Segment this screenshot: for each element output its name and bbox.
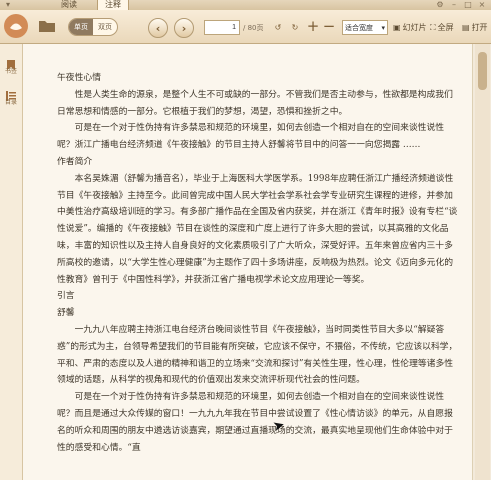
section-title: 引言 xyxy=(57,291,75,302)
main-toolbar: 单页 双页 ‹ › / 80页 ↺ ↻ + − 适合宽度 ▾ ▣幻灯片 ⛶全屏 … xyxy=(0,10,491,44)
vertical-scrollbar[interactable] xyxy=(475,44,490,480)
page-number-input[interactable] xyxy=(204,20,240,35)
sidebar-item-contents[interactable]: 目录 xyxy=(2,87,20,106)
minimize-icon[interactable]: – xyxy=(447,0,461,10)
sidebar-item-label: 目录 xyxy=(4,99,17,106)
next-page-button[interactable]: › xyxy=(174,18,194,38)
zoom-select[interactable]: 适合宽度 ▾ xyxy=(342,20,388,35)
page-content: 午夜性心情 性是人类生命的源泉，是整个人生不可或缺的一部分。不管我们是否主动参与… xyxy=(57,70,459,456)
single-page-button[interactable]: 单页 xyxy=(69,19,93,35)
chevron-down-icon: ▾ xyxy=(381,23,385,32)
app-menu-icon[interactable]: ▾ xyxy=(1,0,15,10)
slideshow-icon: ▣ xyxy=(393,23,401,32)
rotate-right-icon[interactable]: ↻ xyxy=(287,19,303,35)
double-page-button[interactable]: 双页 xyxy=(93,19,117,35)
zoom-out-icon[interactable]: − xyxy=(322,17,336,35)
maximize-icon[interactable]: □ xyxy=(461,0,475,10)
section-title: 作者简介 xyxy=(57,156,93,167)
fullscreen-button[interactable]: ⛶ 全屏 xyxy=(430,20,454,35)
paragraph: 可是在一个对于性伪持有许多禁忌和规范的环境里，如何去创造一个相对自在的空间来谈性… xyxy=(57,392,453,453)
page-total-label: / 80页 xyxy=(243,24,264,32)
previous-page-button[interactable]: ‹ xyxy=(148,18,168,38)
fullscreen-label: 全屏 xyxy=(437,23,454,32)
author-name: 舒馨 xyxy=(57,308,75,319)
zoom-selected-value: 适合宽度 xyxy=(345,23,373,32)
logo-icon xyxy=(4,14,28,38)
fullscreen-icon: ⛶ xyxy=(430,22,436,32)
tab-annotate[interactable]: 注释 xyxy=(97,0,129,10)
left-sidebar: 书签 目录 xyxy=(0,44,23,480)
document-page[interactable]: 午夜性心情 性是人类生命的源泉，是整个人生不可或缺的一部分。不管我们是否主动参与… xyxy=(23,44,473,480)
open-book-label: 打开 xyxy=(471,23,488,32)
close-icon[interactable]: × xyxy=(475,0,489,10)
sidebar-item-bookmarks[interactable]: 书签 xyxy=(2,56,20,75)
open-book-button[interactable]: ▤ 打开 xyxy=(462,20,488,35)
settings-icon[interactable]: ⚙ xyxy=(433,0,447,10)
page-view-toggle[interactable]: 单页 双页 xyxy=(68,18,118,36)
paragraph: 可是在一个对于性伪持有许多禁忌和规范的环境里，如何去创造一个相对自在的空间来谈性… xyxy=(57,123,445,151)
rotate-left-icon[interactable]: ↺ xyxy=(270,19,286,35)
zoom-in-icon[interactable]: + xyxy=(306,17,320,35)
slideshow-label: 幻灯片 xyxy=(402,23,427,32)
slideshow-button[interactable]: ▣ 幻灯片 xyxy=(393,20,427,35)
bookmark-icon xyxy=(2,56,20,70)
paragraph: 性是人类生命的源泉，是整个人生不可或缺的一部分。不管我们是否主动参与，性欲都是构… xyxy=(57,89,453,117)
scroll-thumb[interactable] xyxy=(478,52,487,90)
tab-read[interactable]: 阅读 xyxy=(54,0,84,10)
book-icon: ▤ xyxy=(462,23,470,32)
open-file-icon[interactable] xyxy=(37,18,57,34)
sidebar-item-label: 书签 xyxy=(4,68,17,75)
paragraph: 本名吴姝湄（舒馨为播音名），毕业于上海医科大学医学系。1998年应聘任浙江广播经… xyxy=(57,173,458,285)
paragraph: 一九九八年应聘主持浙江电台经济台晚间谈性节目《午夜接触》，当时同类性节目大多以“… xyxy=(57,324,458,386)
contents-icon xyxy=(2,87,20,101)
section-title: 午夜性心情 xyxy=(57,73,101,83)
